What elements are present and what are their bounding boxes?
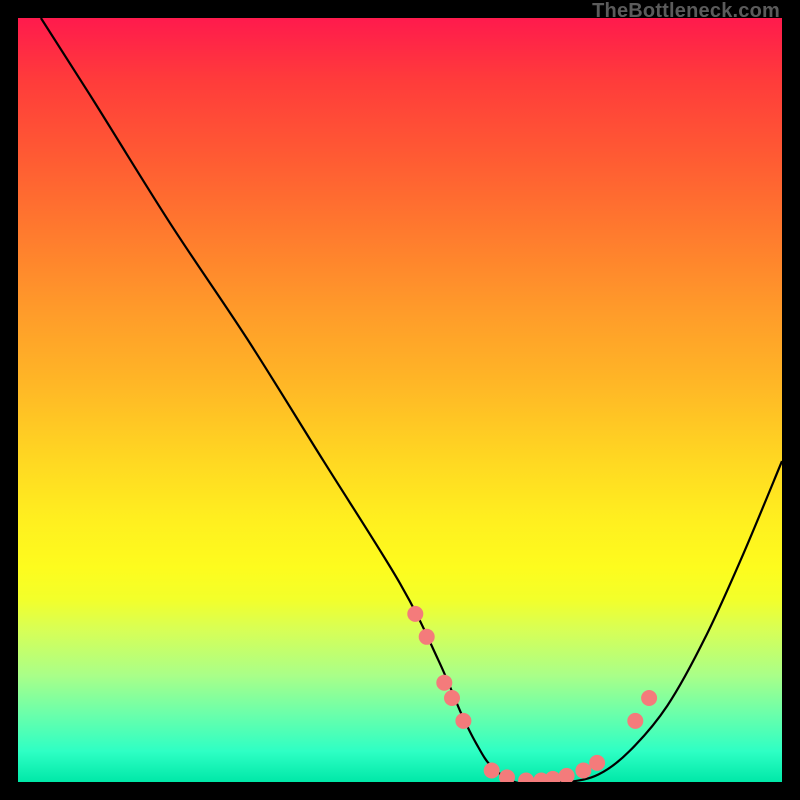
watermark-text: TheBottleneck.com [592,0,780,23]
highlight-dot [484,763,500,779]
highlight-dot [499,769,515,782]
highlight-dot [407,606,423,622]
highlight-dot [575,763,591,779]
highlight-dot [545,771,561,782]
highlight-dot [627,713,643,729]
highlight-dot [444,690,460,706]
highlight-dot [641,690,657,706]
highlight-dot [419,629,435,645]
highlight-dot [518,773,534,783]
bottleneck-curve [41,18,782,782]
curve-layer [18,18,782,782]
highlight-dot [589,755,605,771]
highlight-dot [559,768,575,782]
highlight-dot [436,675,452,691]
chart-frame: TheBottleneck.com [0,0,800,800]
highlight-dots [407,606,657,782]
highlight-dot [455,713,471,729]
